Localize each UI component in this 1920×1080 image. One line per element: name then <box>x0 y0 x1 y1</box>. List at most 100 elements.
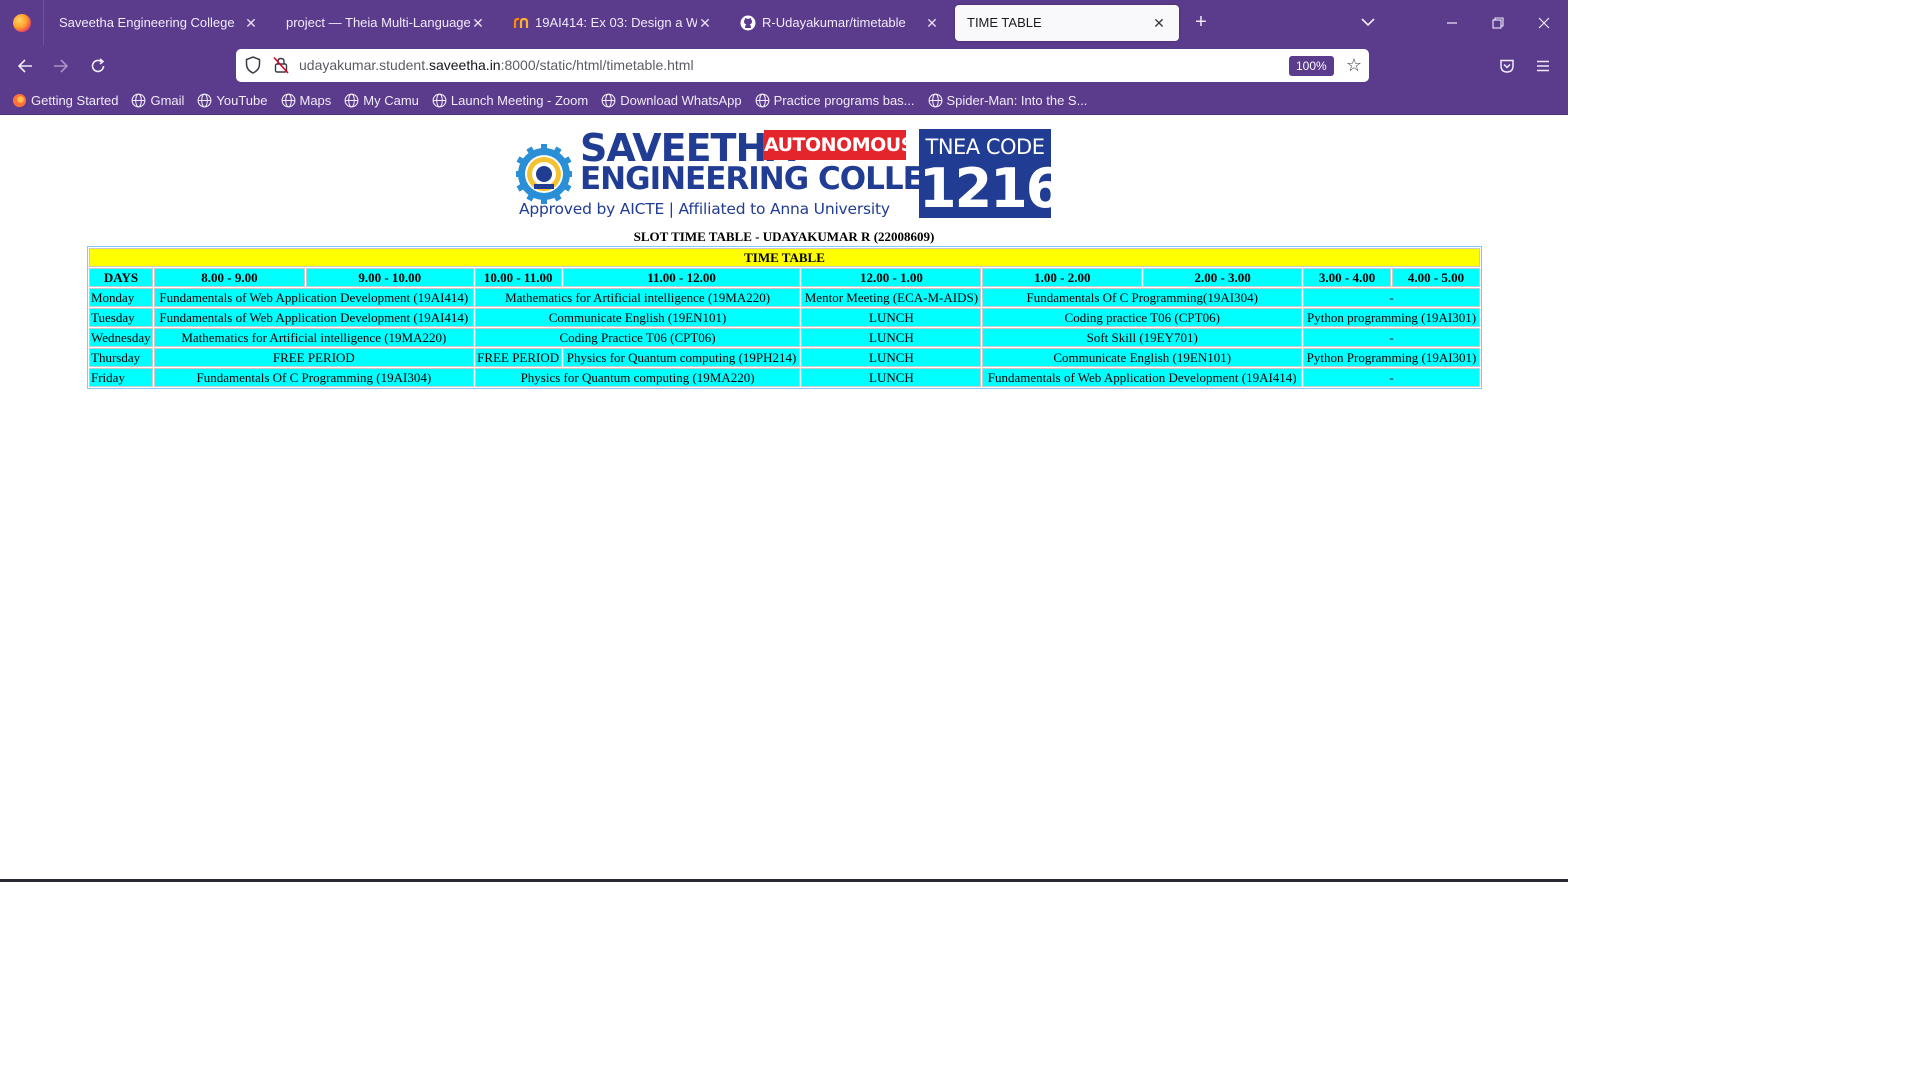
period-cell: Fundamentals Of C Programming (19AI304) <box>153 368 474 387</box>
bookmark-maps[interactable]: Maps <box>281 93 332 108</box>
tab-exercise[interactable]: 19AI414: Ex 03: Design a Webpa ✕ <box>501 5 725 41</box>
globe-icon <box>281 93 295 108</box>
column-header: 8.00 - 9.00 <box>153 268 305 287</box>
bookmarks-toolbar: Getting Started Gmail YouTube Maps My Ca… <box>0 87 1568 115</box>
tab-time-table[interactable]: TIME TABLE ✕ <box>955 4 1179 41</box>
bookmark-my-camu[interactable]: My Camu <box>344 93 419 108</box>
forward-button[interactable] <box>46 52 76 80</box>
bookmark-star-icon[interactable]: ☆ <box>1343 54 1365 76</box>
bookmark-spider-man[interactable]: Spider-Man: Into the S... <box>928 93 1087 108</box>
close-icon[interactable]: ✕ <box>243 15 259 31</box>
reload-icon <box>91 58 105 73</box>
navigation-toolbar: udayakumar.student.saveetha.in:8000/stat… <box>0 45 1568 87</box>
tab-label: R-Udayakumar/timetable <box>762 15 906 30</box>
table-header-row: DAYS 8.00 - 9.00 9.00 - 10.00 10.00 - 11… <box>89 268 1480 287</box>
bookmark-whatsapp[interactable]: Download WhatsApp <box>601 93 742 108</box>
bookmark-label: Launch Meeting - Zoom <box>450 93 589 108</box>
pocket-button[interactable] <box>1492 52 1522 80</box>
url-text[interactable]: udayakumar.student.saveetha.in:8000/stat… <box>299 57 694 73</box>
tnea-code: 1216 <box>919 157 1063 220</box>
close-window-button[interactable] <box>1521 0 1567 45</box>
table-row: Wednesday Mathematics for Artificial int… <box>89 328 1480 347</box>
globe-icon <box>197 93 212 108</box>
day-cell: Monday <box>89 288 153 307</box>
restore-button[interactable] <box>1475 0 1521 45</box>
table-row: Friday Fundamentals Of C Programming (19… <box>89 368 1480 387</box>
close-icon[interactable]: ✕ <box>470 15 486 31</box>
table-row: Tuesday Fundamentals of Web Application … <box>89 308 1480 327</box>
chevron-down-icon <box>1361 18 1375 27</box>
bookmark-label: Gmail <box>150 93 185 108</box>
close-icon[interactable]: ✕ <box>697 15 713 31</box>
insecure-lock-icon[interactable] <box>272 56 290 74</box>
autonomous-badge: AUTONOMOUS <box>764 130 914 160</box>
period-cell: Fundamentals of Web Application Developm… <box>153 308 474 327</box>
bookmark-practice-programs[interactable]: Practice programs bas... <box>755 93 915 108</box>
column-header: 12.00 - 1.00 <box>801 268 982 287</box>
firefox-logo-icon <box>12 13 31 32</box>
timetable: TIME TABLE DAYS 8.00 - 9.00 9.00 - 10.00… <box>87 246 1482 389</box>
address-bar[interactable]: udayakumar.student.saveetha.in:8000/stat… <box>236 49 1369 82</box>
list-all-tabs-button[interactable] <box>1354 8 1382 36</box>
bookmark-label: Maps <box>299 93 332 108</box>
back-button[interactable] <box>10 52 40 80</box>
period-cell: Mathematics for Artificial intelligence … <box>153 328 474 347</box>
hamburger-menu-icon <box>1537 60 1549 72</box>
window-bottom-edge <box>0 879 1568 882</box>
column-header: 11.00 - 12.00 <box>562 268 801 287</box>
firefox-icon <box>12 93 27 108</box>
bookmark-getting-started[interactable]: Getting Started <box>12 93 118 108</box>
globe-icon <box>928 93 942 108</box>
globe-icon <box>432 93 447 108</box>
page-content: SAVEETHA AUTONOMOUS ENGINEERING COLLEGE … <box>0 115 1568 880</box>
period-cell: Mentor Meeting (ECA-M-AIDS) <box>801 288 982 307</box>
column-header: 3.00 - 4.00 <box>1303 268 1391 287</box>
globe-icon <box>755 93 770 108</box>
day-cell: Wednesday <box>89 328 153 347</box>
period-cell: Communicate English (19EN101) <box>474 308 801 327</box>
table-row: Monday Fundamentals of Web Application D… <box>89 288 1480 307</box>
close-icon[interactable]: ✕ <box>1151 15 1167 31</box>
reload-button[interactable] <box>83 52 113 80</box>
firefox-menu-icon[interactable] <box>0 0 44 45</box>
arrow-right-icon <box>54 59 69 73</box>
bookmark-zoom-meeting[interactable]: Launch Meeting - Zoom <box>432 93 588 108</box>
period-cell: Coding Practice T06 (CPT06) <box>474 328 801 347</box>
period-cell: - <box>1303 368 1480 387</box>
bookmark-youtube[interactable]: YouTube <box>197 93 268 108</box>
minimize-icon <box>1447 21 1457 24</box>
bookmark-label: My Camu <box>363 93 419 108</box>
url-path: :8000/static/html/timetable.html <box>500 57 694 73</box>
day-cell: Tuesday <box>89 308 153 327</box>
zoom-reset-button[interactable]: 100% <box>1289 56 1334 76</box>
tab-bar: Saveetha Engineering College ✕ project —… <box>0 0 1568 45</box>
period-cell: - <box>1303 288 1480 307</box>
bookmark-gmail[interactable]: Gmail <box>131 93 184 108</box>
close-icon[interactable]: ✕ <box>924 15 940 31</box>
period-cell: FREE PERIOD <box>153 348 474 367</box>
column-header: 10.00 - 11.00 <box>474 268 562 287</box>
lunch-cell: LUNCH <box>801 368 982 387</box>
day-cell: Thursday <box>89 348 153 367</box>
lunch-cell: LUNCH <box>801 348 982 367</box>
tab-label: 19AI414: Ex 03: Design a Webpa <box>535 15 697 30</box>
new-tab-button[interactable]: + <box>1185 7 1217 39</box>
column-header: 4.00 - 5.00 <box>1392 268 1480 287</box>
column-header: 2.00 - 3.00 <box>1143 268 1303 287</box>
app-menu-button[interactable] <box>1528 52 1558 80</box>
college-logo: SAVEETHA AUTONOMOUS ENGINEERING COLLEGE … <box>516 128 1063 220</box>
tracking-protection-shield-icon[interactable] <box>244 56 262 74</box>
period-cell: FREE PERIOD <box>474 348 562 367</box>
period-cell: Fundamentals Of C Programming(19AI304) <box>982 288 1303 307</box>
tab-label: project — Theia Multi-Language Ex <box>286 15 470 30</box>
globe-icon <box>132 93 146 108</box>
minimize-button[interactable] <box>1429 0 1475 45</box>
tab-theia-project[interactable]: project — Theia Multi-Language Ex ✕ <box>274 5 498 41</box>
tab-saveetha[interactable]: Saveetha Engineering College ✕ <box>47 5 271 41</box>
tab-github-repo[interactable]: R-Udayakumar/timetable ✕ <box>728 5 952 41</box>
college-emblem-icon <box>516 144 572 204</box>
close-icon <box>1538 17 1550 28</box>
restore-icon <box>1492 16 1504 29</box>
tab-label: TIME TABLE <box>967 15 1042 30</box>
period-cell: Physics for Quantum computing (19MA220) <box>474 368 801 387</box>
